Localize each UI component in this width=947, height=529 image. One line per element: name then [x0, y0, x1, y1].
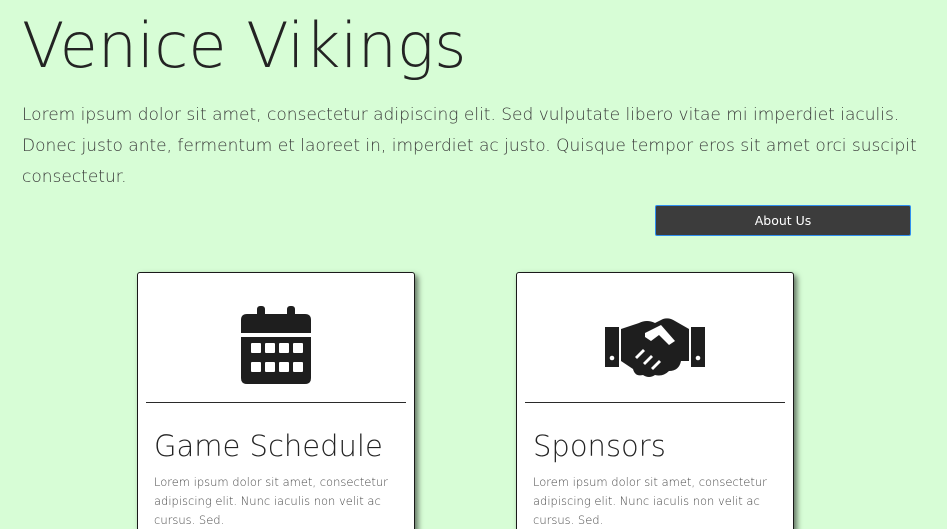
card-text: Lorem ipsum dolor sit amet, consectetur … — [533, 475, 767, 527]
sponsors-card[interactable]: Sponsors Lorem ipsum dolor sit amet, con… — [516, 272, 794, 529]
calendar-icon — [138, 305, 414, 387]
card-divider — [525, 402, 785, 403]
site-title: Venice Vikings — [22, 9, 467, 82]
card-title: Sponsors — [533, 429, 666, 463]
card-title: Game Schedule — [154, 429, 383, 463]
game-schedule-card[interactable]: Game Schedule Lorem ipsum dolor sit amet… — [137, 272, 415, 529]
intro-paragraph: Lorem ipsum dolor sit amet, consectetur … — [22, 105, 917, 187]
card-divider — [146, 402, 406, 403]
card-text: Lorem ipsum dolor sit amet, consectetur … — [154, 475, 388, 527]
about-us-button[interactable]: About Us — [655, 205, 911, 236]
page: Venice Vikings Lorem ipsum dolor sit ame… — [0, 0, 947, 529]
handshake-icon — [517, 305, 793, 387]
